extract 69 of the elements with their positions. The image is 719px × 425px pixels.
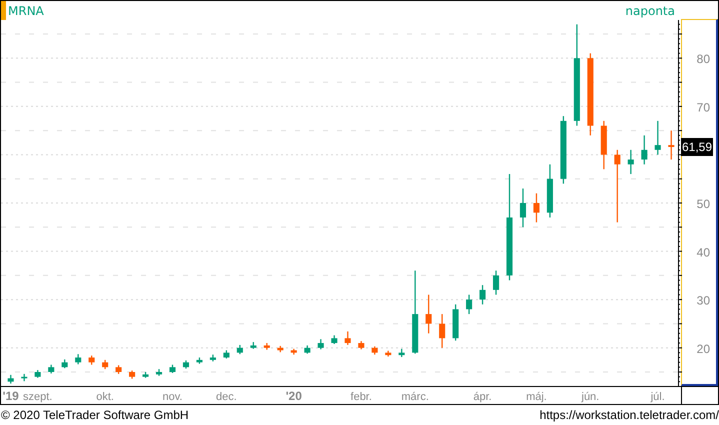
axis-label: okt. <box>96 391 114 403</box>
symbol-label: MRNA <box>8 4 44 18</box>
url-text: https://workstation.teletrader.com/ <box>540 408 719 422</box>
candlestick <box>223 350 230 358</box>
candlestick <box>344 331 351 345</box>
axis-label: 80 <box>696 52 710 66</box>
candlestick <box>628 150 634 174</box>
candlestick <box>210 354 216 362</box>
candlestick <box>466 294 472 314</box>
candlestick <box>304 345 310 354</box>
candlestick <box>196 358 202 364</box>
candlestick <box>520 188 526 228</box>
candlestick <box>331 335 338 344</box>
candlestick <box>533 193 540 222</box>
copyright-text: © 2020 TeleTrader Software GmbH <box>1 408 189 422</box>
interval-label: naponta <box>625 4 675 18</box>
axis-label: 70 <box>696 100 710 114</box>
axis-label: szept. <box>23 391 52 403</box>
candlestick <box>156 369 162 376</box>
candlestick <box>480 285 486 304</box>
candlestick <box>560 116 566 184</box>
candlestick <box>250 342 256 349</box>
symbol-marker <box>1 1 6 20</box>
price-tag: 61,59 <box>681 138 714 156</box>
candlestick <box>358 341 364 350</box>
axis-label: 20 <box>696 342 710 356</box>
axis-label: 30 <box>696 294 710 308</box>
candlestick <box>290 348 297 355</box>
axis-label: nov. <box>162 391 182 403</box>
candlestick <box>182 360 190 369</box>
axis-label: febr. <box>350 391 372 403</box>
candlestick <box>398 348 405 358</box>
axis-label: júl. <box>650 391 665 403</box>
candlestick <box>34 370 41 378</box>
candlestick <box>641 135 648 164</box>
candlestick <box>385 350 392 357</box>
axis-label: '20 <box>286 389 302 403</box>
candlestick <box>546 164 553 218</box>
axis-label: '19 <box>2 389 19 403</box>
candlestick <box>439 314 446 348</box>
candlestick <box>236 344 243 354</box>
candlestick <box>142 372 149 378</box>
axis-label: dec. <box>216 391 237 403</box>
candlestick <box>62 359 68 368</box>
candlestick <box>21 374 28 382</box>
candlestick <box>264 343 270 350</box>
axis-label: 50 <box>696 197 710 211</box>
candlestick <box>169 364 176 373</box>
candlestick <box>129 370 136 379</box>
axis-label: jún. <box>582 391 600 403</box>
axis-label: máj. <box>526 391 547 403</box>
candlestick <box>600 120 607 170</box>
candlestick <box>116 365 122 374</box>
candlestick <box>8 374 14 384</box>
candlestick <box>372 346 378 355</box>
candlestick <box>318 339 324 350</box>
candlestick <box>102 360 108 370</box>
candlestick <box>88 356 95 365</box>
candlestick <box>277 346 284 352</box>
axis-label: 40 <box>696 245 710 260</box>
candlestick <box>492 270 500 295</box>
axis-label: ápr. <box>473 391 492 403</box>
candlestick <box>75 354 82 364</box>
candlestick <box>668 130 674 160</box>
candlestick <box>426 294 432 334</box>
candlestick <box>654 120 661 155</box>
candlestick <box>452 304 459 341</box>
axis-label: márc. <box>401 391 429 403</box>
candlestick <box>48 364 54 374</box>
